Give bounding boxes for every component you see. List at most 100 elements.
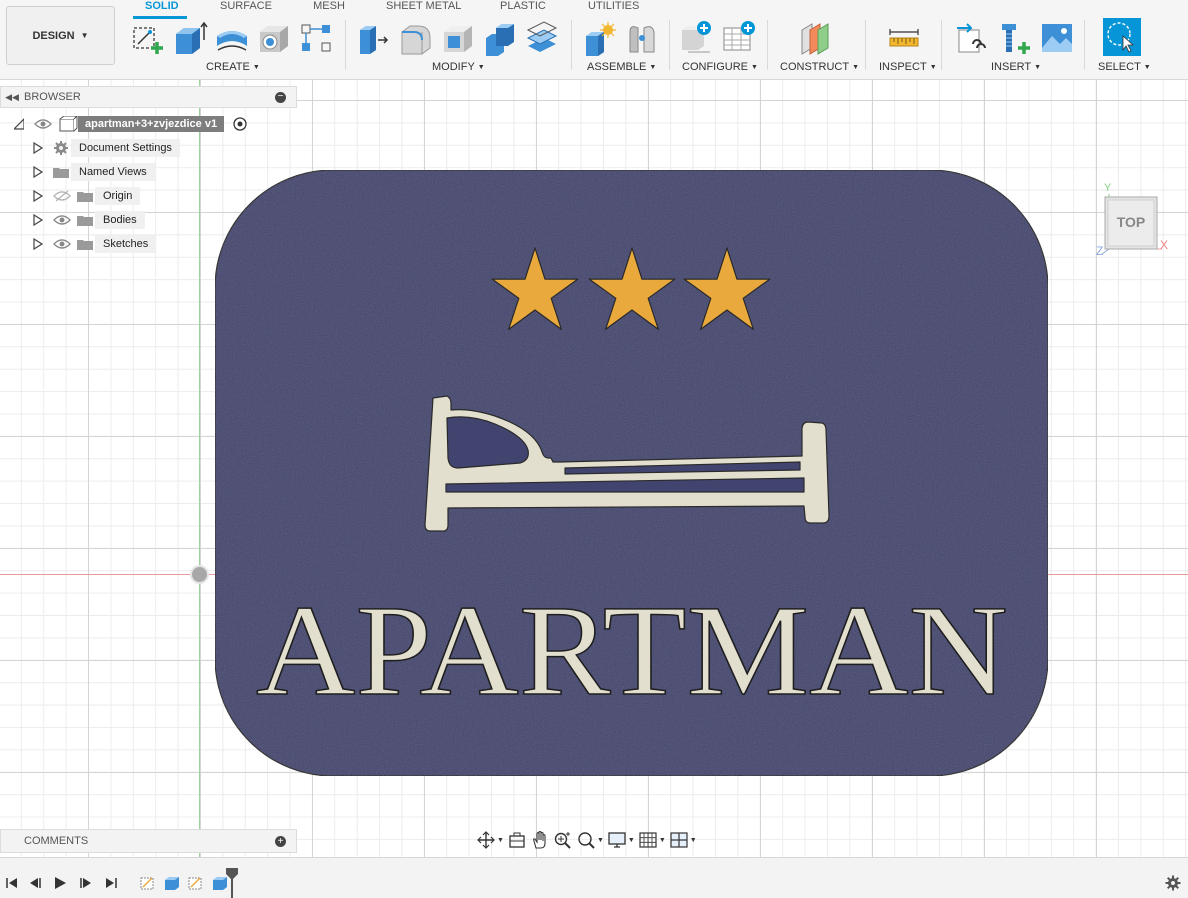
- browser-root-label[interactable]: apartman+3+zvjezdice v1: [78, 116, 225, 132]
- expand-arrow-icon[interactable]: [33, 142, 43, 154]
- browser-node-sketches[interactable]: Sketches: [33, 234, 157, 254]
- expanded-triangle-icon[interactable]: [14, 118, 24, 130]
- browser-node-label[interactable]: Bodies: [95, 211, 145, 229]
- extrude-icon[interactable]: [172, 20, 208, 56]
- construct-menu[interactable]: CONSTRUCT ▼: [780, 61, 859, 73]
- pattern-icon[interactable]: [298, 20, 334, 56]
- configure-menu[interactable]: CONFIGURE ▼: [682, 61, 758, 73]
- configure-icon[interactable]: [680, 20, 716, 56]
- joint-icon[interactable]: [624, 20, 660, 56]
- look-at-button[interactable]: [507, 830, 527, 850]
- measure-icon[interactable]: [886, 20, 922, 56]
- create-label: CREATE: [206, 61, 250, 73]
- model-plate[interactable]: APARTMAN: [0, 80, 1188, 857]
- go-to-end-icon[interactable]: [103, 875, 119, 891]
- shell-icon[interactable]: [440, 20, 476, 56]
- toolbar-divider: [1084, 20, 1085, 70]
- new-component-icon[interactable]: [582, 20, 618, 56]
- step-back-icon[interactable]: [28, 875, 44, 891]
- offset-face-icon[interactable]: [524, 20, 560, 56]
- zoom-fit-icon: [578, 832, 595, 849]
- expand-arrow-icon[interactable]: [33, 238, 43, 250]
- browser-node-document-settings[interactable]: Document Settings: [33, 138, 180, 158]
- add-comment-button[interactable]: +: [275, 835, 286, 847]
- timeline-marker-icon[interactable]: [226, 868, 238, 898]
- browser-node-label[interactable]: Sketches: [95, 235, 157, 253]
- tab-solid[interactable]: SOLID: [133, 0, 187, 19]
- insert-canvas-icon[interactable]: [1040, 20, 1076, 56]
- create-menu[interactable]: CREATE ▼: [206, 61, 260, 73]
- expand-arrow-icon[interactable]: [33, 166, 43, 178]
- apartman-relief-text[interactable]: APARTMAN: [255, 578, 1009, 724]
- inspect-menu[interactable]: INSPECT ▼: [879, 61, 937, 73]
- grid-settings-button[interactable]: ▼: [638, 830, 666, 850]
- collapse-panel-icon[interactable]: ◀◀: [3, 92, 21, 103]
- zoom-button[interactable]: [553, 830, 573, 850]
- fit-button[interactable]: ▼: [576, 830, 604, 850]
- tab-plastic[interactable]: PLASTIC: [500, 0, 546, 14]
- origin-point[interactable]: [190, 565, 209, 584]
- create-sketch-icon[interactable]: [130, 20, 166, 56]
- browser-node-label[interactable]: Origin: [95, 187, 141, 205]
- hole-icon[interactable]: [256, 20, 292, 56]
- expand-arrow-icon[interactable]: [33, 190, 43, 202]
- viewports-icon: [670, 832, 688, 848]
- expand-arrow-icon[interactable]: [33, 214, 43, 226]
- revolve-icon[interactable]: [214, 20, 250, 56]
- navigation-bar: ▼ ▼ ▼ ▼ ▼: [476, 828, 712, 852]
- graphics-canvas[interactable]: APARTMAN TOP Y X Z: [0, 80, 1188, 857]
- chevron-down-icon: ▼: [80, 31, 89, 40]
- view-cube[interactable]: TOP Y X Z: [1094, 182, 1174, 262]
- configuration-table-icon[interactable]: [722, 20, 758, 56]
- timeline-settings-gear-icon[interactable]: [1165, 875, 1181, 891]
- browser-node-label[interactable]: Named Views: [71, 163, 155, 181]
- assemble-menu[interactable]: ASSEMBLE ▼: [587, 61, 656, 73]
- step-forward-icon[interactable]: [77, 875, 93, 891]
- toolbar-divider: [941, 20, 942, 70]
- browser-node-label[interactable]: Document Settings: [71, 139, 180, 157]
- orbit-button[interactable]: ▼: [476, 830, 504, 850]
- assemble-label: ASSEMBLE: [587, 61, 647, 73]
- browser-node-named-views[interactable]: Named Views: [33, 162, 155, 182]
- browser-node-origin[interactable]: Origin: [33, 186, 141, 206]
- view-cube-face-top[interactable]: TOP: [1105, 214, 1157, 230]
- insert-menu[interactable]: INSERT ▼: [991, 61, 1041, 73]
- insert-mcmaster-icon[interactable]: [998, 20, 1034, 56]
- timeline-sketch-icon[interactable]: [187, 875, 205, 891]
- pan-button[interactable]: [530, 830, 550, 850]
- select-tool-icon[interactable]: [1103, 18, 1141, 56]
- display-settings-button[interactable]: ▼: [607, 830, 635, 850]
- eye-icon[interactable]: [53, 238, 71, 250]
- timeline-extrude-icon[interactable]: [163, 875, 181, 891]
- toolbar-divider: [767, 20, 768, 70]
- browser-node-bodies[interactable]: Bodies: [33, 210, 145, 230]
- offset-plane-icon[interactable]: [798, 20, 834, 56]
- viewports-button[interactable]: ▼: [669, 830, 697, 850]
- grid-icon: [639, 832, 657, 848]
- fillet-icon[interactable]: [398, 20, 434, 56]
- eye-hidden-icon[interactable]: [53, 190, 71, 202]
- folder-icon: [77, 192, 93, 202]
- activate-radio-icon[interactable]: [232, 116, 248, 132]
- browser-root[interactable]: apartman+3+zvjezdice v1: [14, 114, 248, 134]
- zoom-icon: [554, 832, 571, 849]
- combine-icon[interactable]: [482, 20, 518, 56]
- tab-surface[interactable]: SURFACE: [220, 0, 272, 14]
- select-menu[interactable]: SELECT ▼: [1098, 61, 1151, 73]
- eye-icon[interactable]: [34, 118, 52, 130]
- view-cube-axis-z: Z: [1096, 244, 1104, 258]
- collapse-browser-button[interactable]: −: [275, 91, 286, 103]
- tab-sheet-metal[interactable]: SHEET METAL: [386, 0, 461, 14]
- tab-mesh[interactable]: MESH: [313, 0, 345, 14]
- press-pull-icon[interactable]: [356, 20, 392, 56]
- tab-utilities[interactable]: UTILITIES: [588, 0, 639, 14]
- modify-menu[interactable]: MODIFY ▼: [432, 61, 485, 73]
- folder-icon: [77, 240, 93, 250]
- play-icon[interactable]: [52, 875, 68, 891]
- workspace-switcher[interactable]: DESIGN ▼: [6, 6, 115, 65]
- go-to-start-icon[interactable]: [4, 875, 20, 891]
- eye-icon[interactable]: [53, 214, 71, 226]
- insert-derive-icon[interactable]: [955, 20, 991, 56]
- timeline-sketch-icon[interactable]: [139, 875, 157, 891]
- hand-icon: [533, 831, 546, 849]
